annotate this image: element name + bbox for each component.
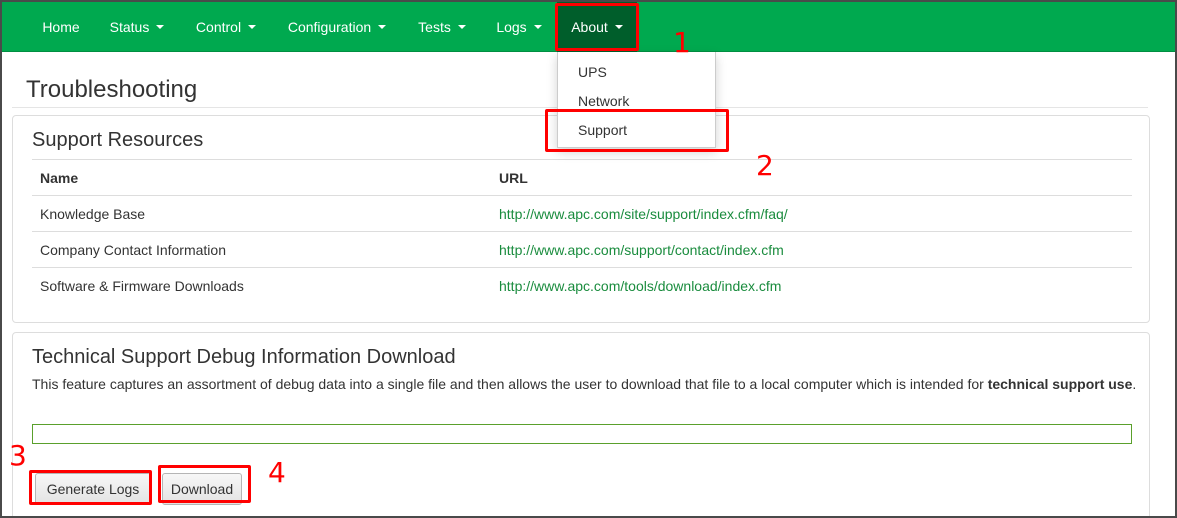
nav-status[interactable]: Status <box>96 2 178 52</box>
debug-download-panel: Technical Support Debug Information Down… <box>12 332 1150 516</box>
nav-control[interactable]: Control <box>180 2 272 52</box>
caret-down-icon <box>457 25 466 29</box>
nav-about-label: About <box>571 19 608 35</box>
description-suffix: . <box>1132 376 1137 392</box>
nav-control-label: Control <box>195 19 242 35</box>
page-title: Troubleshooting <box>26 76 198 103</box>
nav-configuration[interactable]: Configuration <box>272 2 402 52</box>
resource-name: Company Contact Information <box>32 231 491 268</box>
nav-about[interactable]: About <box>557 2 637 52</box>
dropdown-item-support[interactable]: Support <box>558 116 715 145</box>
support-resources-table: Name URL Knowledge Base http://www.apc.c… <box>32 159 1132 304</box>
nav-status-label: Status <box>109 19 150 35</box>
description-text: This feature captures an assortment of d… <box>32 376 988 392</box>
description-bold-text: technical support use <box>987 376 1133 392</box>
caret-down-icon <box>156 25 165 29</box>
resource-url-link[interactable]: http://www.apc.com/support/contact/index… <box>491 231 1132 268</box>
nav-configuration-label: Configuration <box>287 19 372 35</box>
annotation-number-1: 1 <box>673 26 691 59</box>
dropdown-item-network[interactable]: Network <box>558 87 715 116</box>
nav-home-label: Home <box>42 19 80 35</box>
support-resources-title: Support Resources <box>32 129 204 151</box>
annotation-number-4: 4 <box>268 456 286 489</box>
resource-url-link[interactable]: http://www.apc.com/site/support/index.cf… <box>491 195 1132 232</box>
debug-download-title: Technical Support Debug Information Down… <box>32 346 456 368</box>
table-header-row: Name URL <box>32 159 1132 196</box>
table-row: Knowledge Base http://www.apc.com/site/s… <box>32 195 1132 232</box>
dropdown-item-ups[interactable]: UPS <box>558 58 715 87</box>
download-button[interactable]: Download <box>162 473 242 505</box>
nav-logs[interactable]: Logs <box>482 2 556 52</box>
resource-name: Knowledge Base <box>32 195 491 232</box>
column-header-name: Name <box>32 159 491 196</box>
annotation-number-3: 3 <box>9 439 27 472</box>
nav-logs-label: Logs <box>496 19 527 35</box>
nav-home[interactable]: Home <box>28 2 94 52</box>
annotation-number-2: 2 <box>756 149 774 182</box>
resource-url-link[interactable]: http://www.apc.com/tools/download/index.… <box>491 267 1132 304</box>
column-header-url: URL <box>491 159 1132 196</box>
generate-logs-button[interactable]: Generate Logs <box>35 473 151 505</box>
caret-down-icon <box>614 25 623 29</box>
table-row: Software & Firmware Downloads http://www… <box>32 267 1132 304</box>
debug-progress-bar <box>32 424 1132 444</box>
nav-tests[interactable]: Tests <box>404 2 480 52</box>
caret-down-icon <box>248 25 257 29</box>
resource-name: Software & Firmware Downloads <box>32 267 491 304</box>
debug-description: This feature captures an assortment of d… <box>32 375 1137 394</box>
table-row: Company Contact Information http://www.a… <box>32 231 1132 268</box>
caret-down-icon <box>533 25 542 29</box>
top-navbar: Home Status Control Configuration Tests … <box>2 2 1175 52</box>
about-dropdown-menu: UPS Network Support <box>557 52 716 148</box>
browser-frame: Home Status Control Configuration Tests … <box>0 0 1177 518</box>
nav-tests-label: Tests <box>418 19 451 35</box>
caret-down-icon <box>378 25 387 29</box>
